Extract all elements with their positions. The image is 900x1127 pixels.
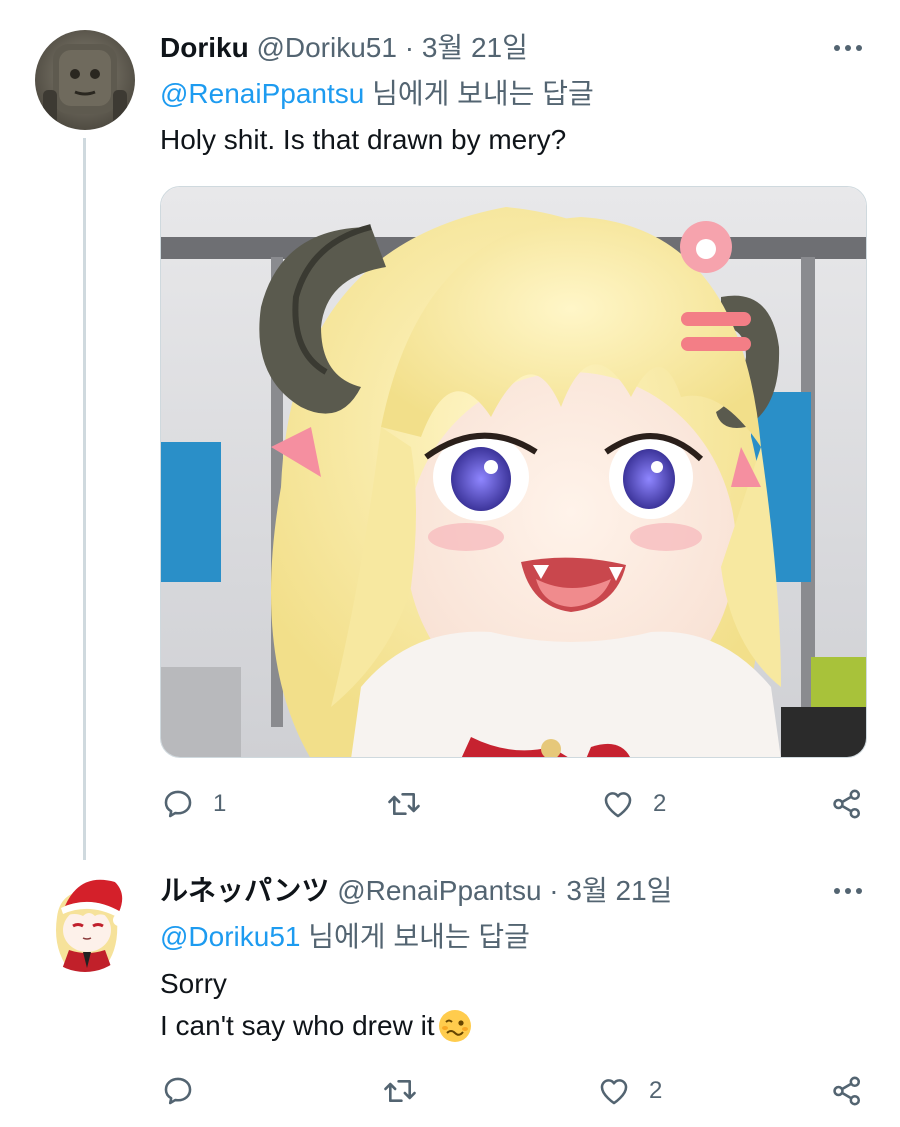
reply-count: 1 (213, 790, 227, 817)
tweet-date[interactable]: 3월 21일 (566, 875, 672, 906)
like-button[interactable]: 2 (597, 1074, 662, 1108)
like-icon (600, 1079, 628, 1105)
tweet-text: Sorry I can't say who drew it (160, 963, 473, 1047)
reply-to-suffix: 님에게 보내는 답글 (300, 921, 530, 952)
reply-button[interactable] (161, 1074, 213, 1108)
retweet-icon (384, 1079, 416, 1103)
share-button[interactable] (830, 1074, 864, 1108)
reply-context: @Doriku51 님에게 보내는 답글 (160, 919, 530, 955)
reply-context: @RenaiPpantsu 님에게 보내는 답글 (160, 76, 594, 112)
more-icon[interactable] (828, 881, 868, 901)
display-name[interactable]: ルネッパンツ (160, 875, 329, 906)
tweet-text: Holy shit. Is that drawn by mery? (160, 119, 566, 161)
user-handle[interactable]: @Doriku51 (256, 32, 396, 63)
header-separator: · (404, 32, 415, 63)
display-name[interactable]: Doriku (160, 32, 249, 63)
more-icon[interactable] (828, 38, 868, 58)
tweet-2[interactable]: ルネッパンツ @RenaiPpantsu · 3월 21일 @Doriku51 … (0, 860, 900, 1127)
like-count: 2 (649, 1077, 663, 1104)
tweet-1[interactable]: Doriku @Doriku51 · 3월 21일 @RenaiPpantsu … (0, 0, 900, 860)
reply-button[interactable]: 1 (161, 787, 226, 821)
retweet-button[interactable] (386, 787, 440, 821)
reply-icon (164, 790, 192, 818)
tweet-actions: 1 2 (0, 783, 900, 827)
header-separator: · (549, 875, 559, 906)
woozy-face-emoji (437, 1008, 473, 1044)
like-icon (604, 792, 632, 818)
tweet-header: ルネッパンツ @RenaiPpantsu · 3월 21일 (160, 873, 672, 909)
tweet-date[interactable]: 3월 21일 (422, 32, 528, 63)
tweet-text-line: I can't say who drew it (160, 1010, 435, 1041)
avatar-doriku[interactable] (35, 30, 135, 130)
tweet-text-line: Holy shit. Is that drawn by mery? (160, 124, 567, 155)
tweet-media-image[interactable] (160, 186, 867, 758)
share-button[interactable] (830, 787, 864, 821)
like-button[interactable]: 2 (601, 787, 666, 821)
user-handle[interactable]: @RenaiPpantsu (337, 875, 541, 906)
retweet-button[interactable] (382, 1074, 436, 1108)
reply-to-suffix: 님에게 보내는 답글 (364, 78, 594, 109)
reply-to-mention[interactable]: @Doriku51 (160, 921, 300, 952)
avatar-renaippantsu[interactable] (35, 872, 135, 972)
tweet-text-line: Sorry (160, 968, 227, 999)
share-icon (833, 789, 861, 819)
retweet-icon (388, 792, 420, 816)
share-icon (833, 1076, 861, 1106)
like-count: 2 (653, 790, 667, 817)
tweet-header: Doriku @Doriku51 · 3월 21일 (160, 30, 528, 66)
reply-icon (164, 1077, 192, 1105)
tweet-actions: 2 (0, 1070, 900, 1114)
reply-to-mention[interactable]: @RenaiPpantsu (160, 78, 364, 109)
